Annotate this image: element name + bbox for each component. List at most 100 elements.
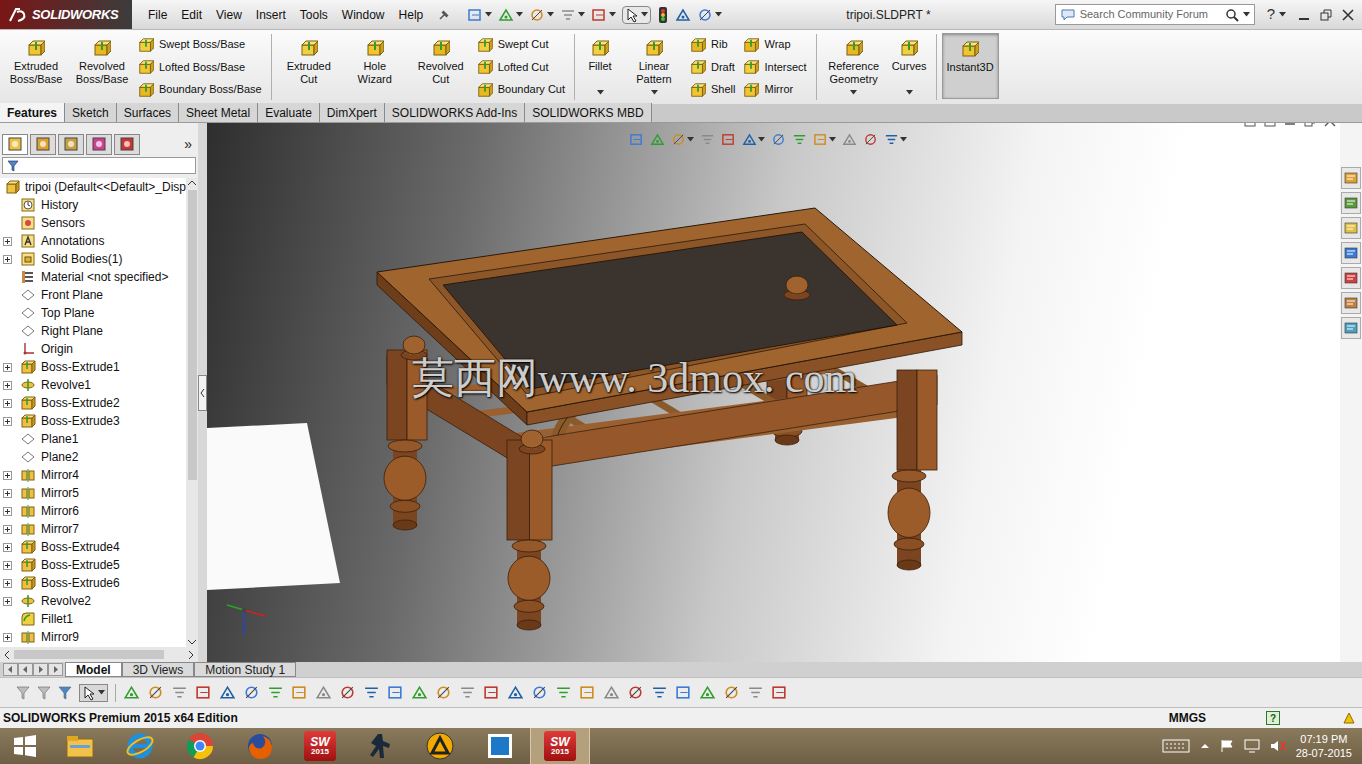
ribbon-small-button[interactable]: Mirror bbox=[743, 81, 806, 98]
tree-item[interactable]: Top Plane bbox=[0, 304, 186, 322]
panel-tab[interactable] bbox=[30, 134, 56, 155]
taskbar-app[interactable]: SW2015 bbox=[530, 728, 590, 764]
expand-icon[interactable] bbox=[3, 363, 12, 372]
tool-icon[interactable] bbox=[579, 684, 596, 701]
expand-icon[interactable] bbox=[3, 399, 12, 408]
menu-item[interactable]: Window bbox=[342, 6, 385, 24]
tool-icon[interactable] bbox=[411, 684, 428, 701]
command-tab[interactable]: Sketch bbox=[65, 103, 117, 122]
dropdown-arrow-icon[interactable] bbox=[609, 12, 616, 17]
tool-icon[interactable] bbox=[267, 684, 284, 701]
expand-icon[interactable] bbox=[3, 489, 12, 498]
taskbar-app[interactable] bbox=[470, 728, 530, 764]
tool-icon[interactable] bbox=[650, 132, 665, 147]
ribbon-small-button[interactable]: Draft bbox=[690, 59, 735, 76]
expand-icon[interactable] bbox=[3, 633, 12, 642]
taskbar-app[interactable] bbox=[110, 728, 170, 764]
tree-item[interactable]: Mirror7 bbox=[0, 520, 186, 538]
taskbar-app[interactable] bbox=[410, 728, 470, 764]
viewport-control-icon[interactable] bbox=[1284, 123, 1296, 127]
tool-icon[interactable] bbox=[123, 684, 140, 701]
dropdown-arrow-icon[interactable] bbox=[829, 137, 836, 142]
tree-item[interactable]: Mirror5 bbox=[0, 484, 186, 502]
tree-item[interactable]: Boss-Extrude1 bbox=[0, 358, 186, 376]
viewport-control-icon[interactable] bbox=[1264, 123, 1276, 127]
dropdown-arrow-icon[interactable] bbox=[1279, 12, 1286, 17]
expand-icon[interactable] bbox=[3, 471, 12, 480]
clock[interactable]: 07:19 PM28-07-2015 bbox=[1296, 732, 1352, 760]
expand-icon[interactable] bbox=[3, 525, 12, 534]
units-button[interactable]: MMGS bbox=[1169, 709, 1206, 727]
tree-item[interactable]: Plane2 bbox=[0, 448, 186, 466]
ribbon-button[interactable]: Curves bbox=[888, 33, 931, 99]
scroll-right-icon[interactable] bbox=[186, 650, 196, 660]
tree-item[interactable]: Boss-Extrude2 bbox=[0, 394, 186, 412]
volume-icon[interactable] bbox=[1270, 739, 1286, 753]
tool-icon[interactable] bbox=[483, 684, 500, 701]
tree-item[interactable]: Boss-Extrude6 bbox=[0, 574, 186, 592]
ribbon-button[interactable]: Hole Wizard bbox=[343, 33, 407, 99]
tab-nav-icon[interactable] bbox=[33, 663, 48, 676]
tool-icon[interactable] bbox=[651, 684, 668, 701]
taskbar-app[interactable] bbox=[350, 728, 410, 764]
command-tab[interactable]: Evaluate bbox=[258, 103, 320, 122]
select-arrow-icon[interactable] bbox=[625, 7, 639, 23]
panel-tab[interactable] bbox=[58, 134, 84, 155]
ribbon-button[interactable]: Extruded Boss/Base bbox=[4, 33, 68, 99]
dropdown-arrow-icon[interactable] bbox=[547, 12, 554, 17]
magnifier-icon[interactable] bbox=[1225, 8, 1239, 22]
bottom-tab[interactable]: Motion Study 1 bbox=[194, 662, 296, 677]
help-button[interactable]: ? bbox=[1267, 3, 1275, 26]
dropdown-arrow-icon[interactable] bbox=[1243, 12, 1250, 17]
flag-icon[interactable] bbox=[1220, 739, 1234, 753]
filter-icon[interactable] bbox=[58, 686, 72, 700]
tool-icon[interactable] bbox=[603, 684, 620, 701]
tree-item[interactable]: Front Plane bbox=[0, 286, 186, 304]
tool-icon[interactable] bbox=[171, 684, 188, 701]
task-pane-tab[interactable] bbox=[1341, 167, 1361, 189]
dropdown-arrow-icon[interactable] bbox=[578, 12, 585, 17]
tree-item[interactable]: Annotations bbox=[0, 232, 186, 250]
tool-icon[interactable] bbox=[863, 132, 878, 147]
dropdown-arrow-icon[interactable] bbox=[906, 90, 913, 95]
graphics-area[interactable]: 莫西网www. 3dmox. com bbox=[207, 123, 1340, 662]
tool-icon[interactable] bbox=[459, 684, 476, 701]
task-pane-tab[interactable] bbox=[1341, 317, 1361, 339]
status-help-button[interactable]: ? bbox=[1266, 711, 1280, 725]
scroll-up-icon[interactable] bbox=[187, 178, 197, 188]
ribbon-small-button[interactable]: Swept Cut bbox=[477, 36, 565, 53]
tool-icon[interactable] bbox=[147, 684, 164, 701]
ribbon-button[interactable]: Linear Pattern bbox=[622, 33, 686, 99]
expand-icon[interactable] bbox=[3, 237, 12, 246]
panel-tab[interactable] bbox=[86, 134, 112, 155]
tool-icon[interactable] bbox=[529, 7, 545, 23]
tool-icon[interactable] bbox=[675, 7, 691, 23]
tree-item[interactable]: Right Plane bbox=[0, 322, 186, 340]
tool-icon[interactable] bbox=[387, 684, 404, 701]
tool-icon[interactable] bbox=[531, 684, 548, 701]
show-hidden-icon[interactable] bbox=[1200, 741, 1210, 751]
search-box[interactable]: Search Community Forum bbox=[1055, 4, 1255, 25]
tool-icon[interactable] bbox=[291, 684, 308, 701]
tool-icon[interactable] bbox=[243, 684, 260, 701]
ribbon-small-button[interactable]: Wrap bbox=[743, 36, 806, 53]
ribbon-small-button[interactable]: Shell bbox=[690, 81, 735, 98]
network-icon[interactable] bbox=[1244, 739, 1260, 753]
viewport-control-icon[interactable] bbox=[1324, 123, 1336, 127]
solidworks-logo[interactable]: SOLIDWORKS bbox=[0, 0, 132, 29]
ribbon-small-button[interactable]: Lofted Boss/Base bbox=[138, 59, 262, 76]
tab-nav-icon[interactable] bbox=[18, 663, 33, 676]
menu-item[interactable]: View bbox=[216, 6, 242, 24]
taskbar-app[interactable] bbox=[50, 728, 110, 764]
tree-item[interactable]: Boss-Extrude3 bbox=[0, 412, 186, 430]
tree-item[interactable]: Revolve2 bbox=[0, 592, 186, 610]
ribbon-button[interactable]: Reference Geometry bbox=[822, 33, 886, 99]
menu-item[interactable]: Help bbox=[399, 6, 424, 24]
tree-item[interactable]: tripoi (Default<<Default>_Disp bbox=[0, 178, 186, 196]
viewport-control-icon[interactable] bbox=[1244, 123, 1256, 127]
minimize-icon[interactable] bbox=[1298, 9, 1310, 21]
panel-splitter[interactable] bbox=[198, 123, 207, 662]
tab-nav-icon[interactable] bbox=[48, 663, 63, 676]
tool-icon[interactable] bbox=[591, 7, 607, 23]
tree-item[interactable]: Revolve1 bbox=[0, 376, 186, 394]
